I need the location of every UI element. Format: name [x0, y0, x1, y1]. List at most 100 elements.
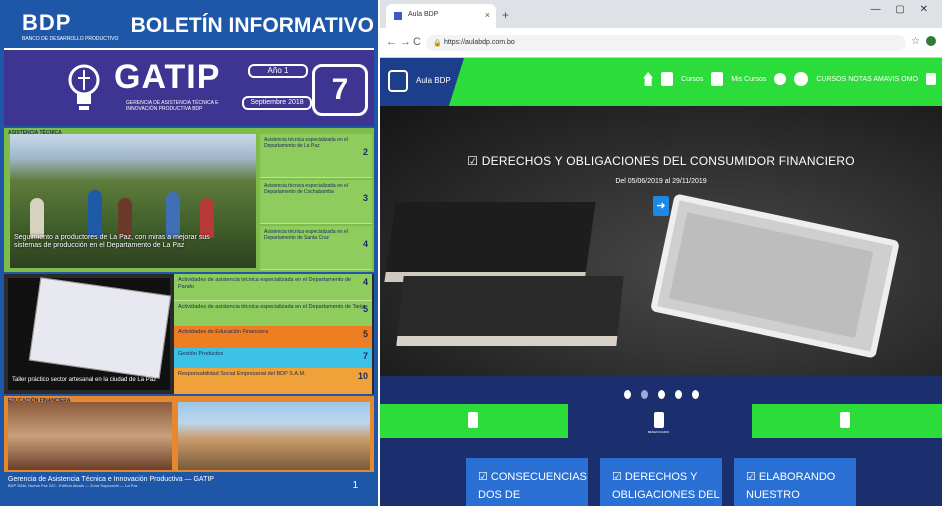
category-tabs: BENEFICIARIO — [380, 404, 942, 438]
person-figure — [88, 190, 102, 238]
toc-item: Asistencia técnica especializada en el D… — [260, 180, 372, 224]
toc-item: Asistencia técnica especializada en el D… — [260, 226, 372, 270]
workshop-photo: Taller práctico sector artesanal en la c… — [8, 277, 172, 390]
menu-user[interactable]: CURSOS NOTAS AMAVIS OMO — [816, 76, 918, 83]
toc-item: Responsabilidad Social Empresarial del B… — [174, 368, 372, 394]
person-figure — [30, 198, 44, 238]
tab-drop[interactable] — [752, 404, 942, 438]
card-subtitle: OBLIGACIONES DEL — [612, 489, 720, 501]
toc-page: 3 — [362, 193, 368, 203]
tab-beneficiary[interactable]: BENEFICIARIO — [568, 404, 752, 438]
site-navbar: Aula BDP Cursos Mis Cursos CURSOS NOTAS … — [380, 58, 942, 106]
community-photo — [178, 402, 370, 470]
course-card[interactable]: ☑ CONSECUENCIAS DOS DE — [466, 458, 588, 506]
tab-label: BENEFICIARIO — [648, 430, 670, 434]
hero-title: ☑ DERECHOS Y OBLIGACIONES DEL CONSUMIDOR… — [467, 154, 855, 168]
hero-slider: ☑ DERECHOS Y OBLIGACIONES DEL CONSUMIDOR… — [380, 106, 942, 376]
card-subtitle: NUESTRO — [746, 489, 800, 501]
gatip-subtitle: GERENCIA DE ASISTENCIA TÉCNICA E INNOVAC… — [126, 100, 219, 112]
issue-number: 7 — [312, 64, 368, 116]
toc-text: Gestión Productos — [178, 351, 224, 357]
forward-icon[interactable]: → — [400, 36, 411, 48]
person-figure — [200, 198, 214, 238]
toc-text: Actividades de asistencia técnica especi… — [178, 304, 366, 310]
beneficiary-icon: BENEFICIARIO — [648, 412, 669, 434]
user-icon[interactable] — [794, 72, 809, 86]
newsletter-header: BDP BANCO DE DESARROLLO PRODUCTIVO BOLETÍ… — [4, 6, 374, 419]
browser-window: Aula BDP × + — ▢ ✕ ← → C 🔒 https://aulab… — [380, 0, 942, 506]
toc-page: 5 — [362, 304, 368, 314]
logout-icon[interactable] — [926, 73, 936, 85]
toc-item: Actividades de asistencia técnica especi… — [174, 300, 372, 326]
course-card[interactable]: ☑ ELABORANDO NUESTRO — [734, 458, 856, 506]
technical-assistance-section: ASISTENCIA TÉCNICA Seguimiento a product… — [4, 128, 374, 272]
slide-dot[interactable] — [691, 390, 699, 399]
toc-item: Actividades de asistencia técnica especi… — [174, 274, 372, 300]
toc-item: Asistencia técnica especializada en el D… — [260, 134, 372, 178]
toc-page: 7 — [362, 351, 368, 361]
card-title: ☑ DERECHOS Y — [612, 471, 698, 483]
slide-dot[interactable] — [657, 390, 665, 399]
card-title: ☑ ELABORANDO — [746, 471, 836, 483]
back-icon[interactable]: ← — [386, 36, 397, 48]
slider-dots — [380, 386, 942, 404]
book-icon[interactable] — [661, 72, 674, 86]
lightbulb-icon — [68, 64, 100, 110]
toc-item: Actividades de Educación Financiera 5 — [174, 326, 372, 348]
bookmark-star-icon[interactable]: ☆ — [911, 36, 920, 47]
my-courses-icon[interactable] — [711, 72, 724, 86]
tablet-image — [650, 193, 900, 359]
course-cards: ☑ CONSECUENCIAS DOS DE ☑ DERECHOS Y OBLIGA… — [380, 458, 942, 506]
slide-dot[interactable] — [640, 390, 648, 399]
toc-text: Asistencia técnica especializada en el D… — [264, 229, 348, 241]
close-tab-icon[interactable]: × — [485, 10, 490, 20]
gatip-banner: GATIP GERENCIA DE ASISTENCIA TÉCNICA E I… — [4, 48, 374, 126]
classroom-photo — [8, 402, 172, 470]
url-field[interactable]: 🔒 https://aulabdp.com.bo — [426, 35, 906, 51]
card-subtitle: DOS DE — [478, 489, 521, 501]
home-icon[interactable] — [643, 72, 654, 86]
newsletter-footer: Gerencia de Asistencia Técnica e Innovac… — [4, 472, 374, 500]
profile-avatar[interactable] — [926, 36, 936, 46]
books-image — [384, 202, 596, 282]
aula-logo-icon — [388, 70, 408, 92]
tab-course[interactable] — [380, 404, 568, 438]
toc-text: Responsabilidad Social Empresarial del B… — [178, 371, 306, 377]
logo-text: BDP — [22, 10, 72, 35]
hero-date: Del 05/06/2019 al 29/11/2019 — [615, 178, 707, 185]
tab-title: Aula BDP — [408, 11, 439, 18]
lock-icon: 🔒 — [433, 40, 442, 47]
address-bar: ← → C 🔒 https://aulabdp.com.bo ☆ — [380, 28, 942, 58]
drawing-sheet — [28, 277, 172, 379]
toc-page: 5 — [362, 329, 368, 339]
url-text: https://aulabdp.com.bo — [444, 39, 515, 46]
activities-section: Taller práctico sector artesanal en la c… — [4, 274, 374, 394]
menu-courses[interactable]: Cursos — [681, 76, 703, 83]
toc-text: Actividades de Educación Financiera — [178, 329, 269, 335]
tab-strip: Aula BDP × + — ▢ ✕ — [380, 0, 942, 28]
reload-icon[interactable]: C — [413, 36, 421, 48]
favicon-icon — [394, 12, 402, 20]
course-icon — [468, 412, 478, 428]
drop-icon — [840, 412, 850, 428]
browser-tab[interactable]: Aula BDP × — [386, 4, 496, 28]
site-label: Aula BDP — [416, 76, 451, 85]
toc-page: 10 — [357, 371, 368, 381]
course-card[interactable]: ☑ DERECHOS Y OBLIGACIONES DEL — [600, 458, 722, 506]
bdp-logo: BDP BANCO DE DESARROLLO PRODUCTIVO — [4, 10, 119, 419]
photo-caption: Seguimiento a productores de La Paz, con… — [14, 234, 210, 249]
menu-my-courses[interactable]: Mis Cursos — [731, 76, 766, 83]
footer-page: 1 — [352, 480, 358, 491]
window-controls[interactable]: — ▢ ✕ — [871, 4, 934, 15]
slide-dot[interactable] — [674, 390, 682, 399]
gatip-brand: GATIP — [114, 58, 221, 96]
new-tab-icon[interactable]: + — [502, 8, 509, 22]
enter-course-icon[interactable]: ➜ — [653, 196, 669, 216]
info-icon[interactable] — [774, 73, 787, 85]
slide-dot[interactable] — [623, 390, 631, 399]
site-logo[interactable]: Aula BDP — [380, 58, 464, 106]
photo-caption: Taller práctico sector artesanal en la c… — [12, 377, 157, 383]
logo-subtext: BANCO DE DESARROLLO PRODUCTIVO — [22, 36, 119, 42]
footer-subtext: BDP SAM, Nueva Paz 222 - Edificio Alcalá… — [8, 483, 138, 488]
financial-education-section: EDUCACIÓN FINANCIERA — [4, 396, 374, 472]
